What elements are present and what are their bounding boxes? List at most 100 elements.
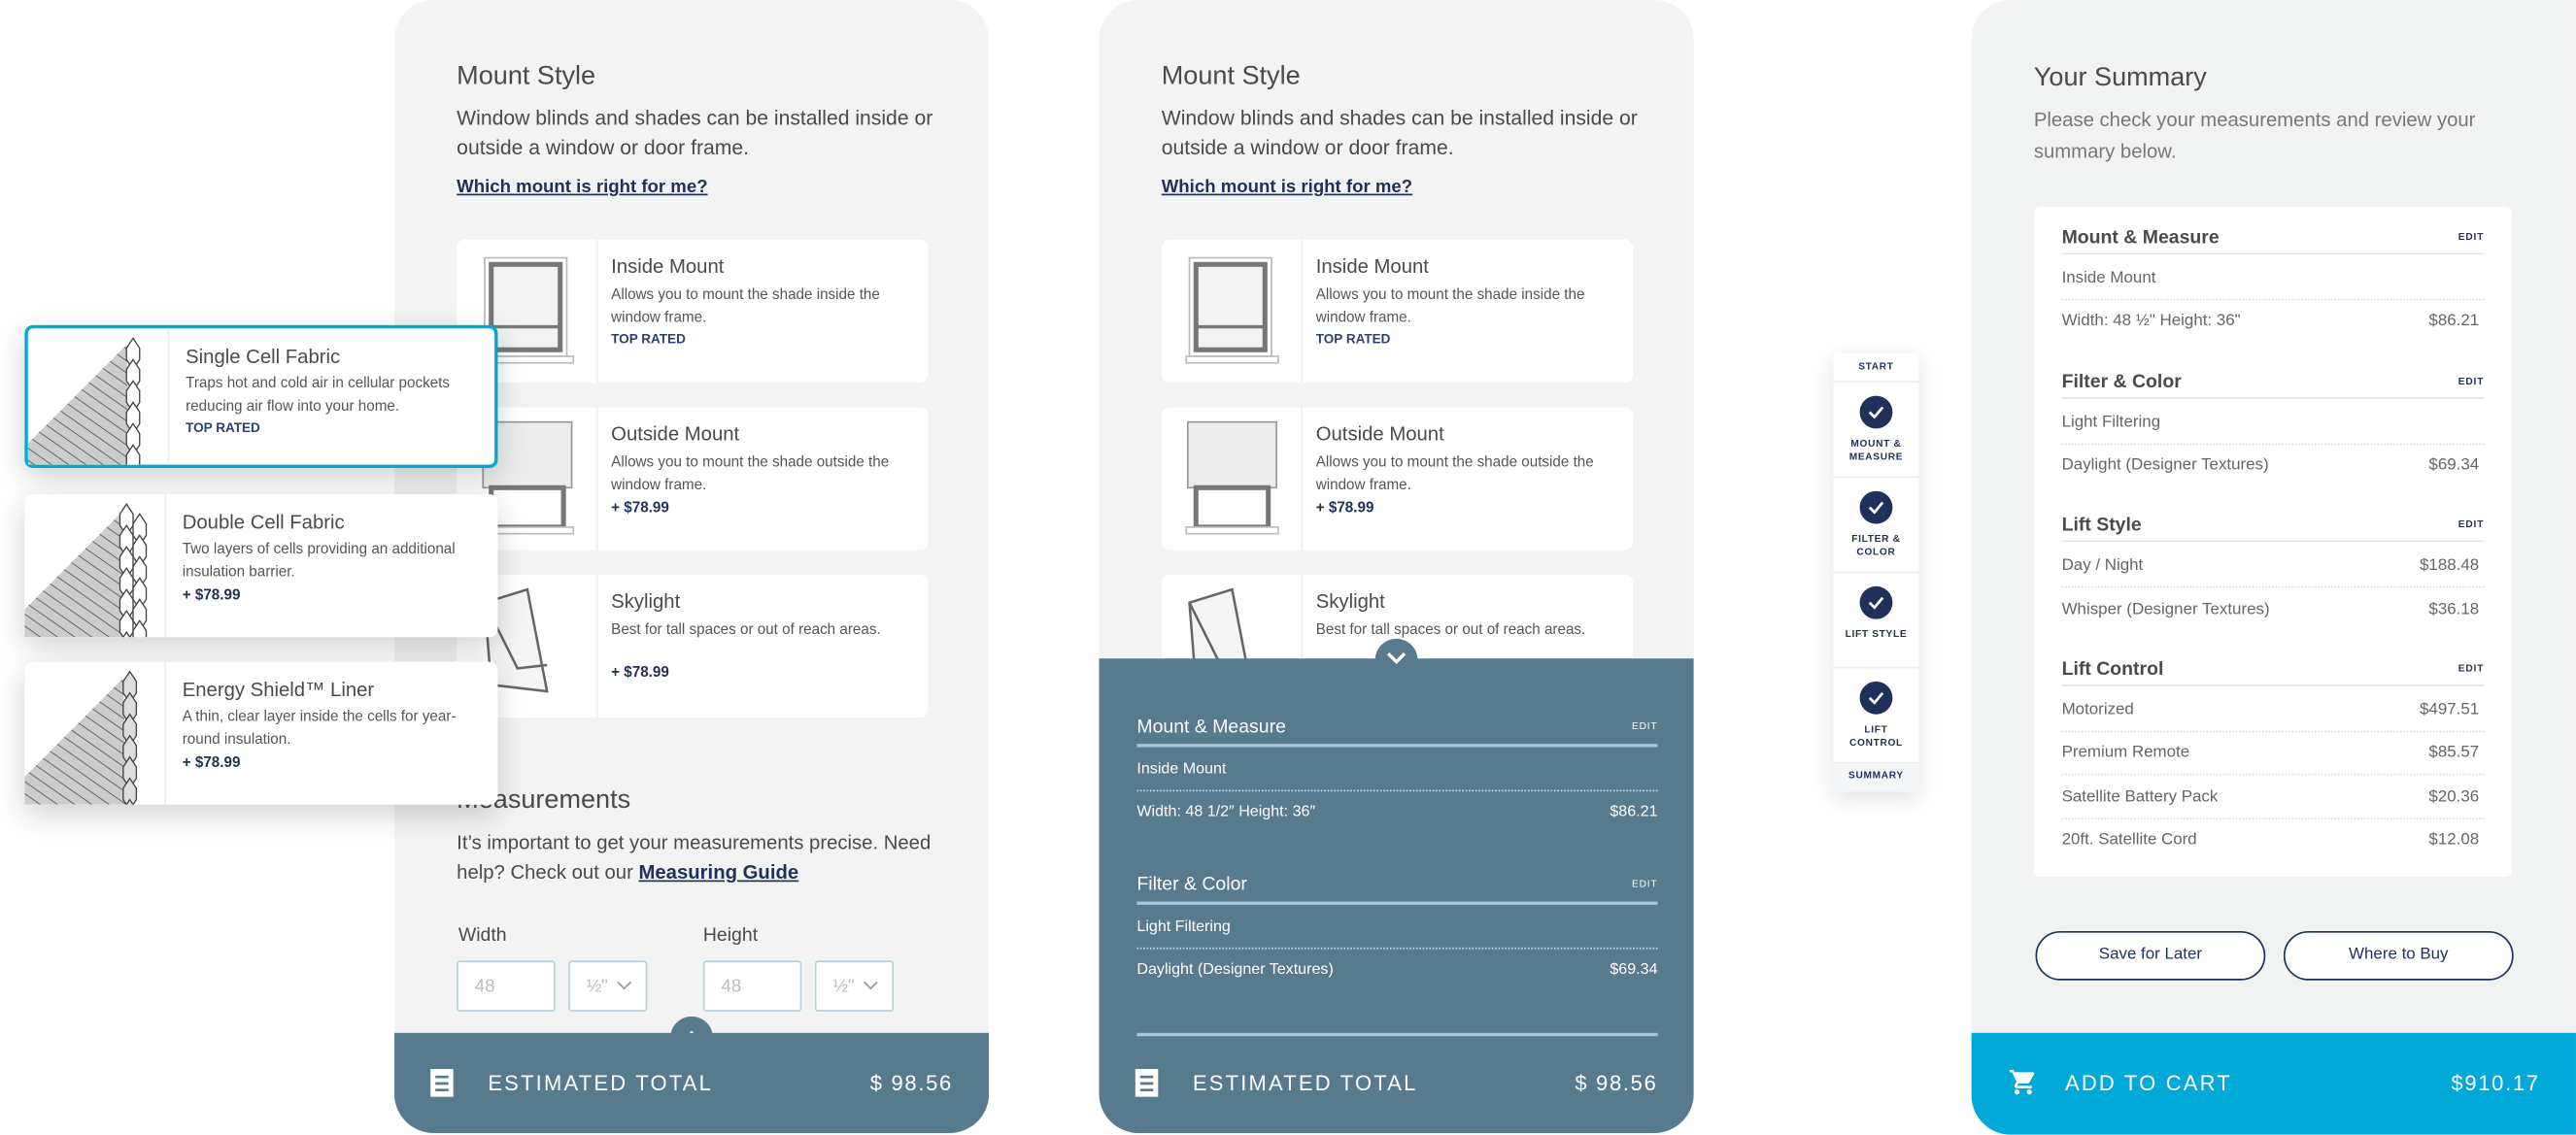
save-for-later-button[interactable]: Save for Later	[2035, 930, 2266, 981]
section-title: Filter & Color	[1136, 875, 1247, 895]
fabric-price: + $78.99	[182, 584, 241, 602]
estimated-total-bar[interactable]: ESTIMATED TOTAL $ 98.56	[1099, 1033, 1693, 1133]
row-price: $85.57	[2428, 744, 2480, 763]
summary-row: Day / Night $188.48	[2061, 546, 2485, 589]
receipt-icon	[430, 1069, 454, 1097]
top-rated-badge: TOP RATED	[611, 331, 686, 347]
cellular-fabric-icon	[24, 661, 166, 805]
height-fraction-select[interactable]: ½"	[814, 960, 895, 1012]
option-title: Outside Mount	[611, 421, 740, 446]
summary-panel: Your Summary Please check your measureme…	[1971, 0, 2576, 1135]
row-label: Light Filtering	[2061, 413, 2161, 432]
collapse-total-button[interactable]	[1374, 638, 1418, 682]
step-label: MOUNT & MEASURE	[1848, 440, 1904, 463]
option-title: Skylight	[611, 589, 681, 613]
check-circle-icon	[1859, 681, 1893, 715]
section-title: Mount & Measure	[1136, 718, 1286, 738]
option-desc-text: Allows you to mount the shade inside the…	[611, 285, 880, 325]
fabric-option[interactable]: Single Cell Fabric Traps hot and cold air…	[24, 324, 498, 469]
edit-link[interactable]: EDIT	[1632, 881, 1658, 890]
summary-row: Daylight (Designer Textures) $69.34	[1136, 950, 1657, 992]
summary-row: Satellite Battery Pack $20.36	[2061, 776, 2485, 819]
chevron-down-icon	[617, 981, 632, 990]
option-desc-text: Allows you to mount the shade outside th…	[611, 452, 890, 493]
window-illustration-icon	[1162, 407, 1304, 551]
step-item[interactable]: FILTER & COLOR	[1833, 478, 1919, 574]
row-price: $497.51	[2420, 701, 2480, 719]
mount-option-inside-mount[interactable]: Inside Mount Allows you to mount the shad…	[457, 239, 929, 384]
width-fraction-select[interactable]: ½"	[568, 960, 648, 1012]
fabric-description: Traps hot and cold air in cellular pocke…	[186, 371, 490, 440]
fabric-option[interactable]: Double Cell Fabric Two layers of cells pr…	[24, 493, 498, 637]
row-label: Width: 48 1/2″ Height: 36″	[1136, 803, 1316, 821]
fabric-desc-text: A thin, clear layer inside the cells for…	[182, 707, 457, 748]
option-title: Outside Mount	[1315, 421, 1444, 446]
edit-link[interactable]: EDIT	[2458, 233, 2485, 243]
cart-total: $910.17	[2451, 1070, 2540, 1096]
row-label: Daylight (Designer Textures)	[1136, 960, 1334, 980]
row-price: $12.08	[2428, 830, 2480, 850]
page-title: Mount Style	[457, 62, 596, 91]
estimated-total-bar[interactable]: ESTIMATED TOTAL $ 98.56	[393, 1032, 990, 1133]
cellular-fabric-icon	[24, 493, 166, 637]
fabric-title: Double Cell Fabric	[182, 510, 345, 533]
row-label: Light Filtering	[1136, 918, 1231, 937]
add-to-cart-label: ADD TO CART	[2064, 1070, 2233, 1096]
summary-row: Premium Remote $85.57	[2061, 733, 2485, 776]
mount-option-skylight[interactable]: Skylight Best for tall spaces or out of r…	[457, 574, 929, 718]
top-rated-badge: TOP RATED	[186, 419, 260, 436]
row-price: $69.34	[1610, 960, 1658, 980]
row-label: Daylight (Designer Textures)	[2061, 456, 2269, 475]
measuring-guide-link[interactable]: Measuring Guide	[638, 860, 798, 884]
summary-card: Mount & Measure EDIT Inside Mount Width: 48…	[2033, 207, 2512, 878]
mount-option-inside-mount[interactable]: Inside Mount Allows you to mount the shad…	[1161, 239, 1634, 384]
receipt-icon	[1135, 1069, 1159, 1097]
option-price: + $78.99	[611, 499, 669, 517]
summary-section-header: Filter & Color EDIT	[2061, 372, 2485, 399]
height-input[interactable]: 48	[702, 960, 802, 1012]
summary-row: Inside Mount	[1136, 749, 1658, 792]
add-to-cart-button[interactable]: ADD TO CART $910.17	[1971, 1032, 2576, 1135]
option-description: Allows you to mount the shade outside th…	[1316, 450, 1620, 518]
edit-link[interactable]: EDIT	[2458, 521, 2485, 531]
mount-option-outside-mount[interactable]: Outside Mount Allows you to mount the sha…	[457, 407, 929, 551]
edit-link[interactable]: EDIT	[2458, 377, 2485, 386]
estimated-total-amount: $ 98.56	[869, 1070, 953, 1096]
section-title: Lift Control	[2061, 660, 2164, 681]
summary-row: Width: 48 1/2″ Height: 36″ $86.21	[1136, 791, 1657, 834]
step-item[interactable]: LIFT CONTROL	[1833, 668, 1919, 764]
width-input[interactable]: 48	[457, 960, 556, 1012]
step-item[interactable]: MOUNT & MEASURE	[1833, 383, 1919, 479]
mount-help-link[interactable]: Which mount is right for me?	[457, 178, 707, 197]
row-price: $69.34	[2428, 456, 2480, 475]
step-label: FILTER & COLOR	[1851, 535, 1901, 559]
section-title: Lift Style	[2061, 516, 2142, 537]
summary-row: Daylight (Designer Textures) $69.34	[2062, 445, 2485, 487]
edit-link[interactable]: EDIT	[2458, 665, 2485, 675]
option-description: Allows you to mount the shade inside the…	[611, 283, 915, 351]
width-label: Width	[458, 925, 507, 947]
fabric-option[interactable]: Energy Shield™ Liner A thin, clear layer …	[24, 661, 498, 805]
step-summary[interactable]: SUMMARY	[1833, 763, 1919, 792]
option-price: + $78.99	[611, 663, 669, 681]
mount-option-outside-mount[interactable]: Outside Mount Allows you to mount the sha…	[1161, 407, 1634, 551]
drawer-section-header: Filter & Color EDIT	[1136, 875, 1658, 905]
stage: Mount Style Window blinds and shades can…	[0, 0, 2576, 1135]
option-description: Allows you to mount the shade outside th…	[611, 450, 915, 518]
where-to-buy-button[interactable]: Where to Buy	[2283, 930, 2514, 981]
estimated-total-amount: $ 98.56	[1575, 1070, 1658, 1096]
cart-icon	[2009, 1069, 2035, 1095]
step-item[interactable]: LIFT STYLE	[1833, 573, 1919, 669]
step-start[interactable]: START	[1833, 353, 1919, 384]
option-description: Best for tall spaces or out of reach are…	[611, 618, 915, 684]
summary-row: 20ft. Satellite Cord $12.08	[2062, 819, 2485, 862]
summary-description: Please check your measurements and revie…	[2033, 108, 2476, 163]
row-price: $86.21	[2428, 312, 2480, 331]
summary-title: Your Summary	[2033, 63, 2207, 92]
check-circle-icon	[1859, 490, 1893, 524]
row-label: Satellite Battery Pack	[2061, 787, 2219, 806]
mount-help-link[interactable]: Which mount is right for me?	[1162, 178, 1412, 197]
measurements-text: It’s important to get your measurements …	[457, 827, 932, 886]
summary-row: Light Filtering	[2061, 402, 2485, 445]
edit-link[interactable]: EDIT	[1632, 722, 1658, 732]
